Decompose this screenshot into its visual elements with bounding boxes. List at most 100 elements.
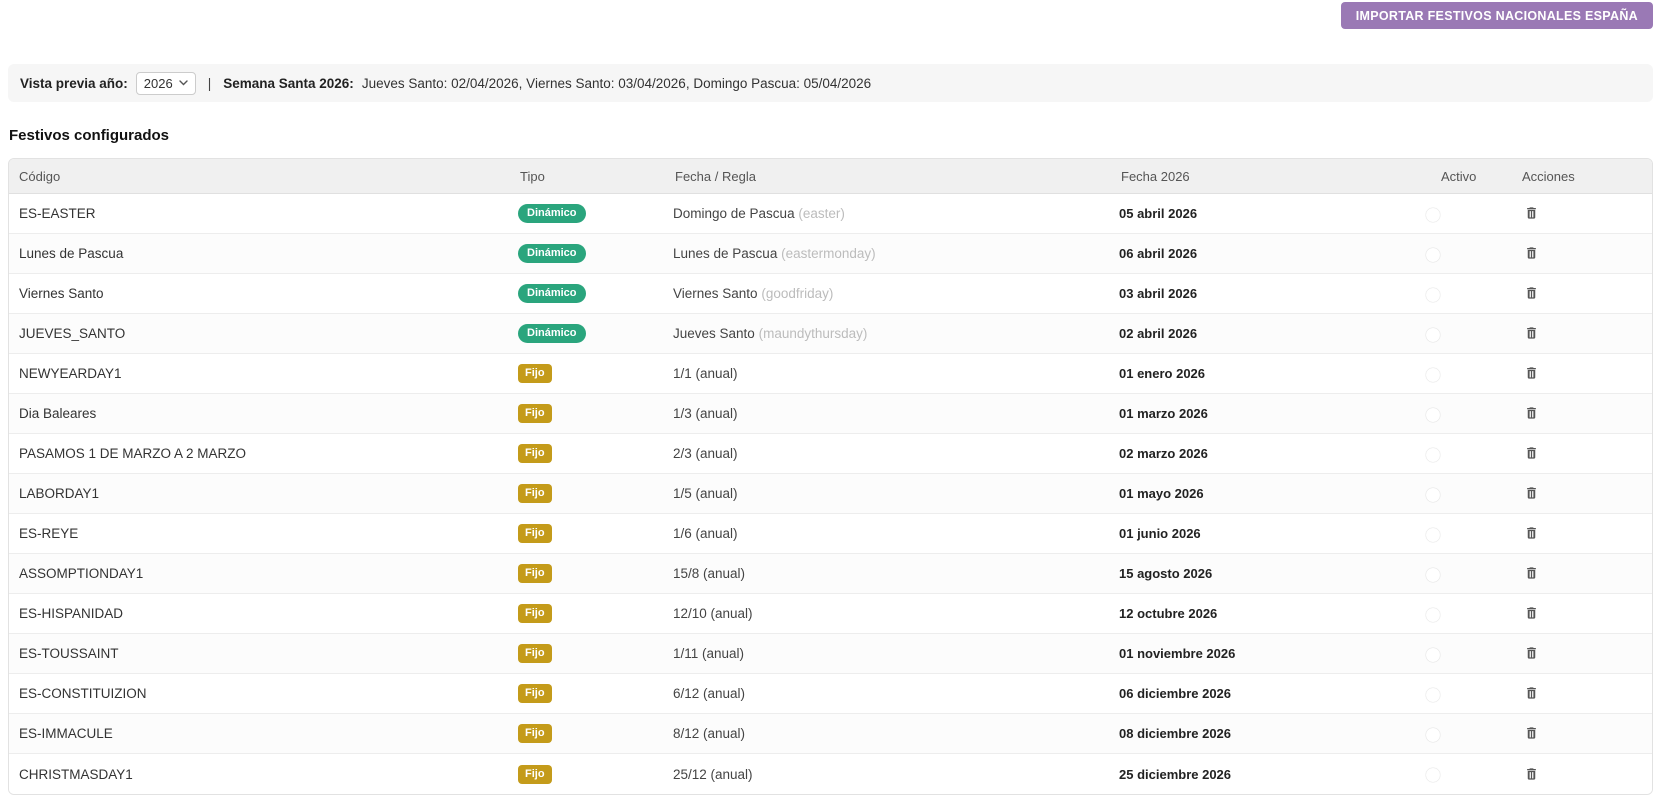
type-badge: Dinámico	[518, 244, 586, 263]
holiday-date: 01 marzo 2026	[1119, 406, 1208, 421]
preview-year-label: Vista previa año:	[20, 75, 128, 91]
delete-button[interactable]	[1522, 683, 1541, 703]
delete-button[interactable]	[1522, 643, 1541, 663]
holiday-rule: 25/12 (anual)	[673, 766, 753, 782]
holiday-code: Dia Baleares	[19, 406, 97, 421]
semana-santa-label: Semana Santa 2026:	[223, 75, 354, 91]
type-badge: Fijo	[518, 564, 552, 583]
holiday-code: ES-TOUSSAINT	[19, 646, 119, 661]
trash-icon	[1527, 527, 1536, 539]
year-select-value: 2026	[143, 75, 173, 91]
holiday-code: PASAMOS 1 DE MARZO A 2 MARZO	[19, 446, 247, 461]
trash-icon	[1527, 327, 1536, 339]
table-row: ASSOMPTIONDAY1 Fijo 15/8 (anual) 15 agos…	[9, 554, 1652, 594]
holiday-rule: Jueves Santo	[673, 326, 755, 341]
holiday-rule-code: (goodfriday)	[761, 286, 834, 301]
holiday-date: 01 noviembre 2026	[1119, 646, 1236, 661]
preview-year-bar: Vista previa año: 2026 | Semana Santa 20…	[8, 64, 1653, 102]
holiday-date: 06 abril 2026	[1119, 246, 1198, 261]
holiday-code: NEWYEARDAY1	[19, 366, 122, 381]
holiday-rule: 8/12 (anual)	[673, 726, 746, 741]
header-fecha-2026: Fecha 2026	[1121, 168, 1190, 184]
trash-icon	[1527, 647, 1536, 659]
separator: |	[207, 75, 212, 91]
delete-button[interactable]	[1522, 603, 1541, 623]
header-codigo: Código	[19, 168, 61, 184]
holiday-code: LABORDAY1	[19, 486, 100, 501]
type-badge: Fijo	[518, 444, 552, 463]
table-row: ES-CONSTITUIZION Fijo 6/12 (anual) 06 di…	[9, 674, 1652, 714]
table-row: ES-REYE Fijo 1/6 (anual) 01 junio 2026	[9, 514, 1652, 554]
type-badge: Dinámico	[518, 324, 586, 343]
holiday-date: 02 abril 2026	[1119, 326, 1198, 341]
table-row: NEWYEARDAY1 Fijo 1/1 (anual) 01 enero 20…	[9, 354, 1652, 394]
table-row: PASAMOS 1 DE MARZO A 2 MARZO Fijo 2/3 (a…	[9, 434, 1652, 474]
trash-icon	[1527, 567, 1536, 579]
table-header-row: Código Tipo Fecha / Regla Fecha 2026 Act…	[9, 159, 1652, 194]
delete-button[interactable]	[1522, 563, 1541, 583]
header-activo: Activo	[1441, 168, 1477, 184]
holiday-code: ES-IMMACULE	[19, 726, 113, 741]
delete-button[interactable]	[1522, 443, 1541, 463]
year-select[interactable]: 2026	[135, 71, 196, 95]
table-row: CHRISTMASDAY1 Fijo 25/12 (anual) 25 dici…	[9, 754, 1652, 794]
table-body: ES-EASTER Dinámico Domingo de Pascua (ea…	[9, 194, 1652, 794]
holiday-date: 12 octubre 2026	[1119, 606, 1218, 621]
delete-button[interactable]	[1522, 483, 1541, 503]
holiday-rule: Domingo de Pascua	[673, 206, 795, 221]
holiday-code: ES-HISPANIDAD	[19, 606, 124, 621]
holiday-code: ES-EASTER	[19, 206, 96, 221]
trash-icon	[1527, 407, 1536, 419]
import-national-holidays-button[interactable]: IMPORTAR FESTIVOS NACIONALES ESPAÑA	[1340, 2, 1653, 29]
delete-button[interactable]	[1522, 363, 1541, 383]
delete-button[interactable]	[1522, 764, 1541, 784]
trash-icon	[1527, 367, 1536, 379]
holiday-rule: 2/3 (anual)	[673, 446, 738, 461]
type-badge: Fijo	[518, 724, 552, 743]
type-badge: Fijo	[518, 684, 552, 703]
holiday-rule: 1/3 (anual)	[673, 406, 738, 421]
table-row: ES-TOUSSAINT Fijo 1/11 (anual) 01 noviem…	[9, 634, 1652, 674]
type-badge: Fijo	[518, 484, 552, 503]
holiday-rule-code: (maundythursday)	[758, 326, 868, 341]
page-title: Festivos configurados	[9, 127, 170, 144]
holiday-date: 01 mayo 2026	[1119, 486, 1204, 501]
table-row: Lunes de Pascua Dinámico Lunes de Pascua…	[9, 234, 1652, 274]
holiday-code: Lunes de Pascua	[19, 246, 124, 261]
holiday-rule-code: (eastermonday)	[781, 246, 876, 261]
holiday-code: Viernes Santo	[19, 286, 104, 301]
holiday-code: ES-REYE	[19, 526, 79, 541]
delete-button[interactable]	[1522, 203, 1541, 223]
type-badge: Fijo	[518, 644, 552, 663]
semana-santa-dates: Jueves Santo: 02/04/2026, Viernes Santo:…	[361, 75, 872, 91]
type-badge: Fijo	[518, 364, 552, 383]
holiday-rule: 12/10 (anual)	[673, 606, 753, 621]
delete-button[interactable]	[1522, 523, 1541, 543]
delete-button[interactable]	[1522, 723, 1541, 743]
holiday-date: 05 abril 2026	[1119, 206, 1198, 221]
holiday-rule: 1/6 (anual)	[673, 526, 738, 541]
holiday-date: 08 diciembre 2026	[1119, 726, 1232, 741]
holiday-code: JUEVES_SANTO	[19, 326, 126, 341]
header-fecha-regla: Fecha / Regla	[675, 168, 756, 184]
holiday-date: 03 abril 2026	[1119, 286, 1198, 301]
holiday-date: 06 diciembre 2026	[1119, 686, 1232, 701]
table-row: ES-EASTER Dinámico Domingo de Pascua (ea…	[9, 194, 1652, 234]
table-row: JUEVES_SANTO Dinámico Jueves Santo (maun…	[9, 314, 1652, 354]
holiday-rule: 1/1 (anual)	[673, 366, 738, 381]
holiday-rule: Viernes Santo	[673, 286, 758, 301]
holiday-date: 25 diciembre 2026	[1119, 766, 1232, 782]
table-row: Dia Baleares Fijo 1/3 (anual) 01 marzo 2…	[9, 394, 1652, 434]
holiday-rule-code: (easter)	[798, 206, 845, 221]
trash-icon	[1527, 447, 1536, 459]
delete-button[interactable]	[1522, 403, 1541, 423]
delete-button[interactable]	[1522, 243, 1541, 263]
holiday-rule: 15/8 (anual)	[673, 566, 746, 581]
type-badge: Fijo	[518, 764, 552, 784]
type-badge: Fijo	[518, 604, 552, 623]
delete-button[interactable]	[1522, 283, 1541, 303]
delete-button[interactable]	[1522, 323, 1541, 343]
trash-icon	[1527, 727, 1536, 739]
holiday-date: 01 enero 2026	[1119, 366, 1206, 381]
holiday-code: CHRISTMASDAY1	[19, 766, 133, 782]
